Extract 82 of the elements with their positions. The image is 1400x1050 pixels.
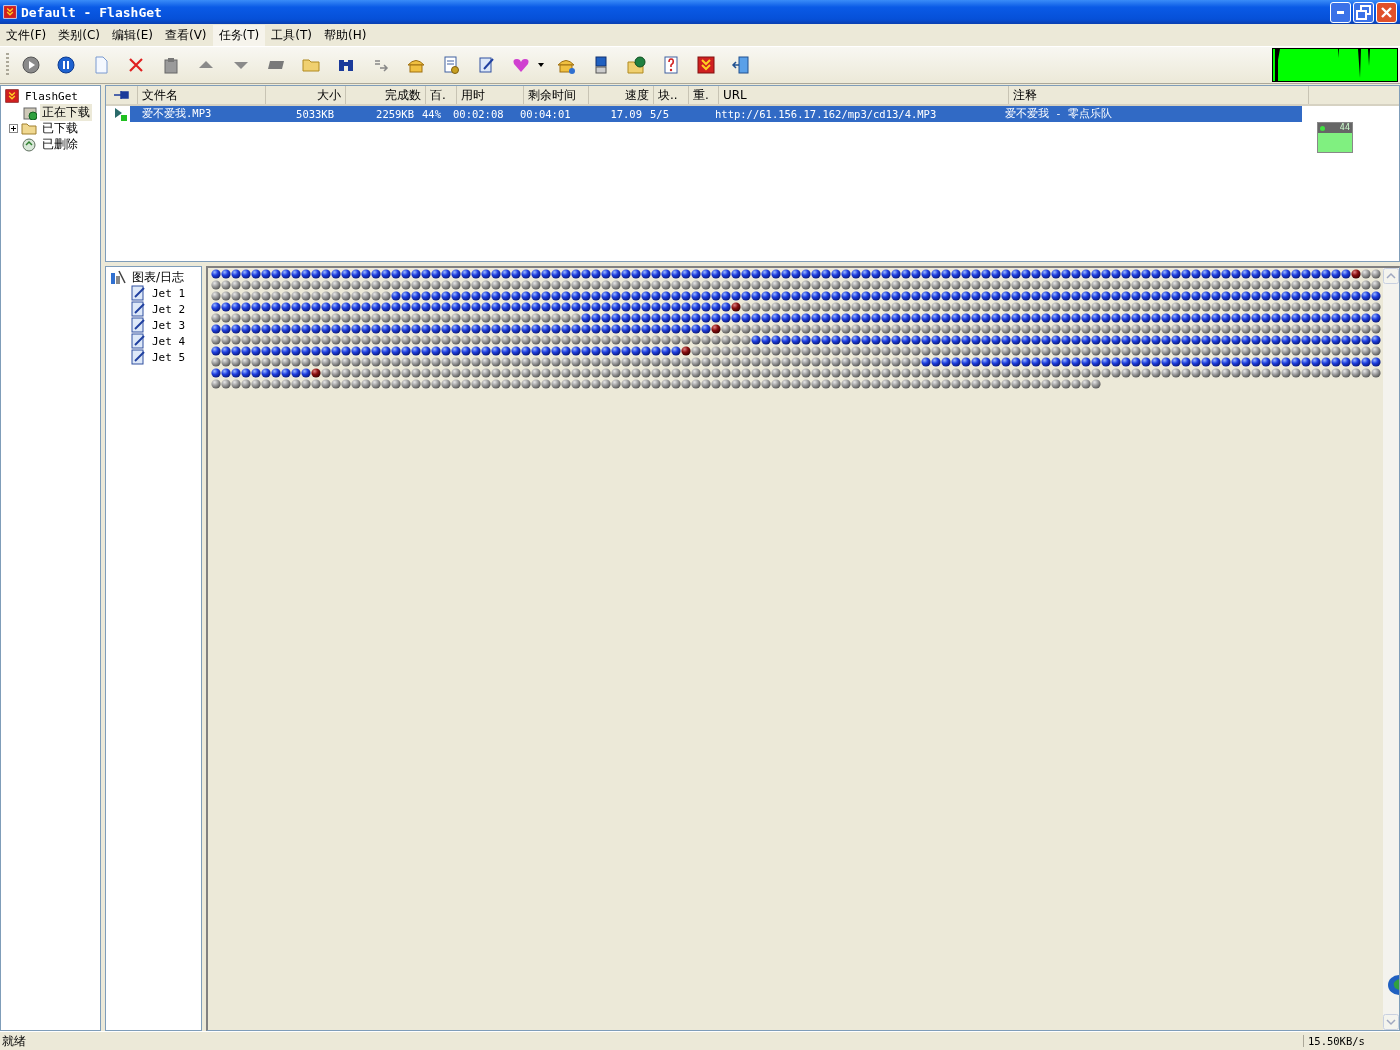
clipboard-icon (161, 55, 181, 75)
status-dot-icon (1320, 125, 1325, 131)
help-icon (661, 55, 681, 75)
document-pen-icon (130, 317, 146, 333)
document-pen-icon (130, 285, 146, 301)
restore-button[interactable] (1353, 1, 1374, 23)
download-speed: 15.50KB/s (1303, 1035, 1394, 1047)
tree-item[interactable]: 已删除 (40, 135, 80, 153)
scroll-down-icon[interactable] (1383, 1014, 1399, 1030)
drop-target-window[interactable]: 44 (1317, 122, 1353, 153)
play-icon (21, 55, 41, 75)
menu-item[interactable]: 查看(V) (158, 24, 213, 46)
table-cell: http://61.156.17.162/mp3/cd13/4.MP3 (715, 108, 937, 120)
pin-icon (113, 90, 130, 100)
document-pen-icon (130, 349, 146, 365)
chart-icon (110, 269, 126, 285)
tree-item[interactable]: Jet 1 (150, 286, 188, 300)
globe-icon (1385, 974, 1399, 996)
tree-item[interactable]: 正在下载 (40, 103, 92, 121)
table-cell: 2259KB (376, 108, 414, 120)
document-pen-icon (130, 301, 146, 317)
table-cell: 爱不爱我 - 零点乐队 (1005, 107, 1112, 121)
column-header[interactable]: 百. (426, 86, 457, 104)
menu-item[interactable]: 帮助(H) (317, 24, 373, 46)
logo-icon (696, 55, 716, 75)
table-cell: 00:04:01 (520, 108, 571, 120)
tree-label: FlashGet (24, 89, 79, 103)
column-header[interactable]: 剩余时间 (524, 86, 589, 104)
table-cell: 5/5 (650, 108, 669, 120)
minimize-button[interactable] (1330, 1, 1351, 23)
status-message: 就绪 (1, 1032, 27, 1050)
tree-root[interactable]: 图表/日志 (106, 269, 201, 285)
menu-item[interactable]: 类别(C) (52, 24, 106, 46)
menu-item[interactable]: 工具(T) (265, 24, 318, 46)
document-pen-icon (476, 55, 496, 75)
folder-globe-icon (626, 55, 646, 75)
column-header[interactable]: URL (719, 86, 1009, 104)
downloaded-icon (21, 120, 37, 136)
deleted-icon (21, 136, 37, 152)
table-cell: 17.09 (610, 108, 642, 120)
document-gear-icon (441, 55, 461, 75)
close-icon (1381, 6, 1392, 18)
tree-root[interactable]: FlashGet (1, 88, 100, 104)
column-header[interactable]: 大小 (266, 86, 346, 104)
running-icon (114, 107, 128, 121)
minimize-icon (1337, 10, 1344, 14)
column-header[interactable]: 速度 (589, 86, 654, 104)
pause-icon (56, 55, 76, 75)
downloading-icon (21, 104, 37, 120)
column-header[interactable]: 用时 (457, 86, 524, 104)
tree-item[interactable]: Jet 4 (150, 334, 188, 348)
menu-item[interactable]: 任务(T) (212, 24, 266, 46)
logo-icon (3, 5, 17, 19)
scroll-up-icon[interactable] (1383, 268, 1399, 284)
close-button[interactable] (1376, 1, 1397, 23)
toolbar-grip[interactable] (6, 53, 9, 77)
logo-icon (5, 89, 19, 103)
menu-item[interactable]: 编辑(E) (106, 24, 159, 46)
caret-icon (538, 63, 544, 67)
table-cell: 爱不爱我.MP3 (142, 107, 212, 121)
menu-item[interactable]: 文件(F) (0, 24, 53, 46)
tree-item[interactable]: Jet 3 (150, 318, 188, 332)
door-icon (731, 55, 751, 75)
tree-item[interactable]: 已下载 (40, 119, 80, 137)
column-header[interactable]: 注释 (1009, 86, 1309, 104)
restore-icon (1356, 4, 1371, 20)
table-cell: 5033KB (296, 108, 334, 120)
table-cell: 00:02:08 (453, 108, 504, 120)
tree-item[interactable]: Jet 5 (150, 350, 188, 364)
drop-target-percent: 44 (1339, 123, 1350, 133)
document-pen-icon (130, 333, 146, 349)
task-row[interactable]: 爱不爱我.MP3 5033KB 2259KB 44% 00:02:08 00:04:01 17.09 5/5 http://61.156.17.162/mp3/cd13/4.MP3 爱不爱我 - 零点乐队 (130, 106, 1302, 122)
table-cell: 44% (422, 108, 441, 120)
tree-label: 图表/日志 (131, 268, 186, 286)
expand-toggle-icon[interactable] (9, 123, 18, 133)
window-title: Default - FlashGet (21, 4, 162, 20)
column-header[interactable]: 文件名 (138, 86, 266, 104)
column-header[interactable]: 块.. (654, 86, 689, 104)
column-header[interactable]: 完成数 (346, 86, 426, 104)
column-header[interactable]: 重. (689, 86, 719, 104)
tree-item[interactable]: Jet 2 (150, 302, 188, 316)
vertical-scrollbar[interactable] (1383, 268, 1399, 1030)
